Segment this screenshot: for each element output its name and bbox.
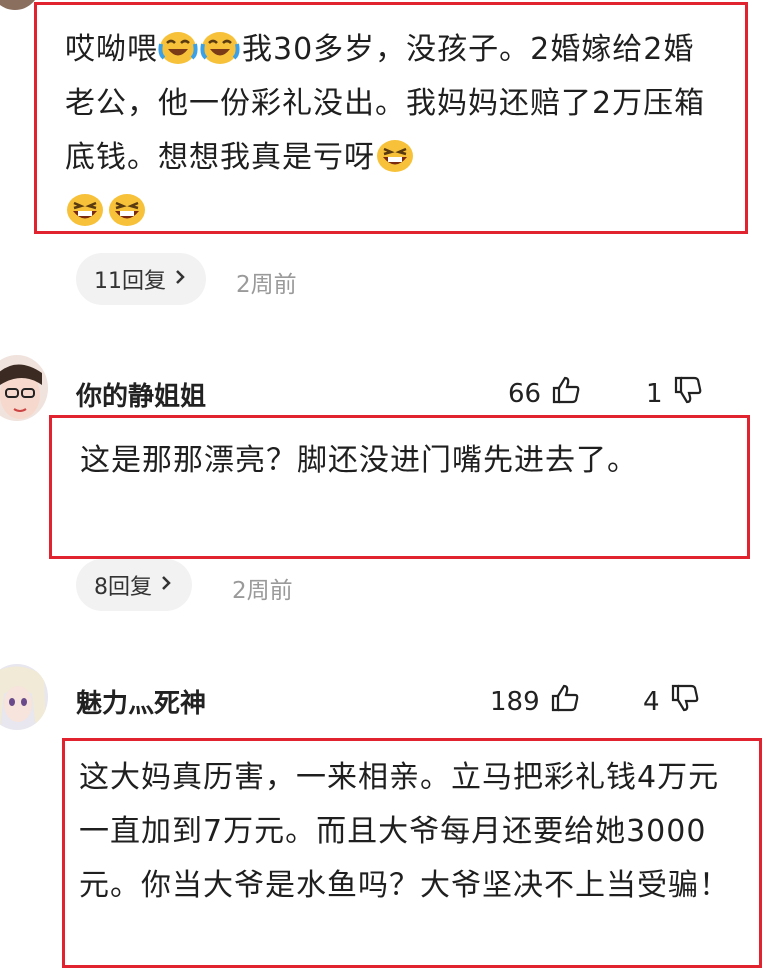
grin-emoji [375, 138, 415, 174]
comment-text-body: 这大妈真历害，一来相亲。立马把彩礼钱4万元一直加到7万元。而且大爷每月还要给她3… [79, 760, 730, 903]
thumbs-up-icon [550, 683, 580, 720]
thumbs-down-icon [673, 375, 703, 412]
comment-time: 2周前 [236, 272, 297, 298]
cry-laugh-emoji [158, 30, 198, 66]
username[interactable]: 你的静姐姐 [76, 376, 206, 413]
replies-label: 11回复 [94, 269, 166, 294]
replies-label: 8回复 [94, 575, 152, 600]
like-button[interactable]: 189 [490, 683, 580, 720]
comment-text: 哎呦喂 我30多岁，没孩子。2婚嫁给2婚老公，他一份彩礼没出。我妈妈还赔了2万压箱… [34, 2, 748, 234]
thumbs-up-icon [551, 375, 581, 412]
avatar[interactable] [0, 355, 48, 421]
comment-text: 这是那那漂亮？脚还没进门嘴先进去了。 [49, 415, 750, 559]
comment-text: 这大妈真历害，一来相亲。立马把彩礼钱4万元一直加到7万元。而且大爷每月还要给她3… [62, 738, 762, 968]
avatar[interactable] [0, 664, 48, 730]
like-button[interactable]: 66 [508, 375, 581, 412]
dislike-button[interactable]: 1 [646, 375, 703, 412]
cry-laugh-emoji [200, 30, 240, 66]
grin-emoji [65, 192, 105, 228]
thumbs-down-icon [670, 683, 700, 720]
chevron-right-icon [174, 267, 186, 292]
chevron-right-icon [160, 573, 172, 598]
like-count: 189 [490, 686, 540, 717]
grin-emoji [107, 192, 147, 228]
dislike-count: 4 [643, 686, 660, 717]
like-count: 66 [508, 378, 542, 409]
dislike-button[interactable]: 4 [643, 683, 700, 720]
comment-time: 2周前 [232, 578, 293, 604]
replies-button[interactable]: 8回复 [76, 559, 192, 611]
username[interactable]: 魅力灬死神 [76, 683, 206, 720]
comment-text-body: 这是那那漂亮？脚还没进门嘴先进去了。 [80, 443, 638, 478]
replies-button[interactable]: 11回复 [76, 253, 206, 305]
dislike-count: 1 [646, 378, 663, 409]
comment-text-prefix: 哎呦喂 [65, 32, 158, 67]
